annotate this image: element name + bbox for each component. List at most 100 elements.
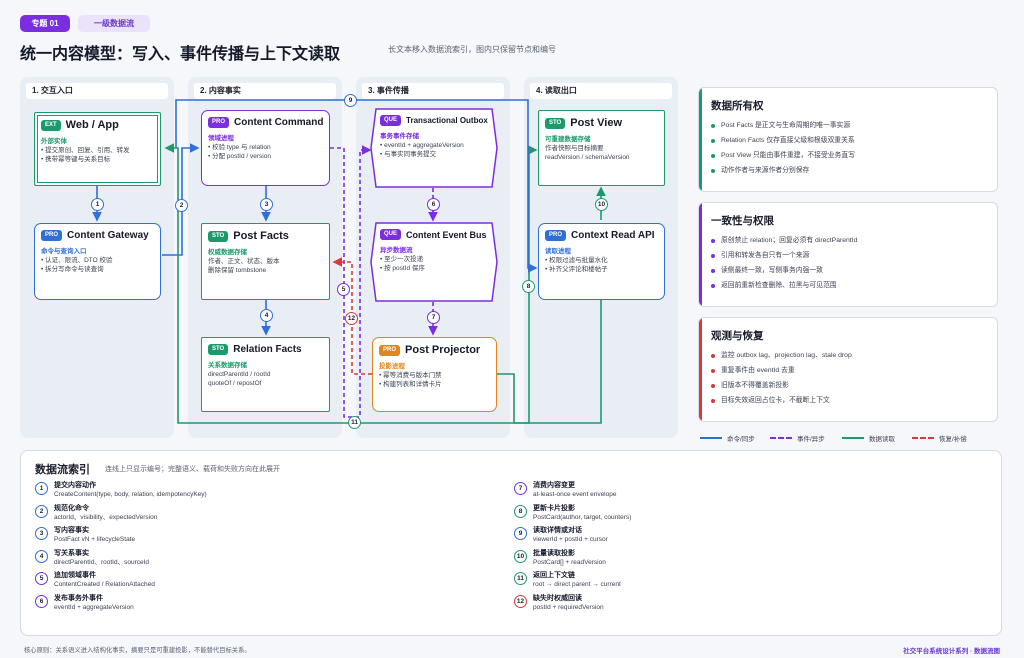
node-line: • 携带幂等键与关系目标: [41, 155, 111, 163]
node-line: 作者快照与目标摘要: [545, 145, 604, 152]
index-item-title: 缺失时权威回读: [533, 594, 582, 602]
node-context-read-api[interactable]: PRO Context Read API 读取进程 • 权限过滤与批量水化 • 补…: [538, 223, 665, 300]
node-subtitle: 投影进程: [379, 363, 405, 370]
legend-swatch: [912, 437, 934, 439]
node-name: Relation Facts: [233, 344, 302, 355]
node-content-command[interactable]: PRO Content Command 领域进程 • 校验 type 与 rela…: [201, 110, 330, 186]
index-item-title: 追加领域事件: [54, 572, 96, 579]
index-number: 4: [35, 549, 48, 563]
node-subtitle: 事务事件存储: [380, 133, 419, 140]
index-number: 5: [35, 572, 48, 585]
index-item-detail: postId + requiredVersion: [533, 603, 604, 611]
footer-series: 社交平台系统设计系列 · 数据流图: [903, 648, 1000, 655]
panel-accent: [699, 88, 702, 191]
index-text: 追加领域事件 ContentCreated / RelationAttached: [54, 571, 155, 589]
node-content-event-bus[interactable]: QUE Content Event Bus 异步数据流 • 至少一次投递 • 按 …: [370, 222, 498, 302]
list-item: Relation Facts 仅存直接父级和根级双重关系: [711, 133, 855, 148]
flow-number-9: 9: [344, 94, 357, 107]
node-subtitle: 关系数据存储: [208, 362, 247, 369]
list-item-text: 目标失效返回占位卡，不截断上下文: [721, 397, 830, 404]
node-transactional-outbox[interactable]: QUE Transactional Outbox 事务事件存储 • eventId…: [370, 108, 498, 188]
node-badge: EXT: [41, 119, 61, 131]
bullet-icon: [711, 353, 715, 358]
node-relation-facts[interactable]: STO Relation Facts 关系数据存储 directParentId …: [201, 337, 330, 412]
index-item-8: 8 更新卡片投影 PostCard(author, target, counters…: [514, 504, 874, 522]
node-post-projector[interactable]: PRO Post Projector 投影进程 • 幂等消费与版本门禁 • 构建列…: [372, 337, 497, 412]
legend-swatch: [700, 437, 722, 439]
list-item: 返回前重新检查删除、拉黑与可见范围: [711, 278, 857, 293]
list-item: 动作作者与来源作者分别保存: [711, 163, 855, 178]
list-item: Post View 只能由事件重建，不接受业务直写: [711, 148, 855, 163]
index-text: 返回上下文链 root → direct parent → current: [533, 571, 621, 589]
node-badge: STO: [208, 230, 229, 242]
node-line: • 校验 type 与 relation: [208, 144, 271, 151]
index-item-detail: root → direct parent → current: [533, 581, 621, 588]
index-number: 12: [514, 594, 527, 608]
flow-number-3: 3: [260, 198, 273, 211]
bullet-icon: [711, 138, 715, 143]
index-item-detail: at-least-once event envelope: [533, 491, 617, 498]
node-content-gateway[interactable]: PRO Content Gateway 命令与查询入口 • 认证、限流、DTO 校…: [34, 223, 161, 300]
index-text: 提交内容动作 CreateContent(type, body, relation…: [54, 481, 207, 499]
index-item-5: 5 追加领域事件 ContentCreated / RelationAttached: [35, 571, 395, 589]
index-item-title: 规范化命令: [54, 504, 89, 512]
index-item-title: 读取详情或对话: [533, 527, 582, 534]
index-text: 写关系事实 directParentId、rootId、sourceId: [54, 549, 149, 567]
index-item-detail: actorId、visibility、expectedVersion: [54, 513, 158, 521]
index-text: 批量读取投影 PostCard[] + readVersion: [533, 549, 606, 567]
node-line: readVersion / schemaVersion: [545, 153, 630, 161]
index-number: 6: [35, 594, 48, 608]
node-post-view[interactable]: STO Post View 可重建数据存储 作者快照与目标摘要 readVersi…: [538, 110, 665, 186]
index-item-title: 批量读取投影: [533, 549, 575, 557]
index-text: 读取详情或对话 viewerId + postId + cursor: [533, 526, 608, 544]
legend-label: 恢复/补偿: [939, 436, 967, 443]
index-item-detail: CreateContent(type, body, relation, idem…: [54, 491, 207, 498]
flow-number-7: 7: [427, 311, 440, 324]
node-line: • 权限过滤与批量水化: [545, 257, 608, 264]
flow-number-6: 6: [427, 198, 440, 211]
bullet-icon: [711, 398, 715, 403]
index-number: 7: [514, 482, 527, 495]
node-line: • 与事实同事务提交: [380, 150, 437, 158]
node-subtitle: 命令与查询入口: [41, 248, 87, 255]
list-item-text: Post View 只能由事件重建，不接受业务直写: [721, 152, 855, 159]
node-name: Post Facts: [233, 230, 289, 242]
bullet-icon: [711, 283, 715, 288]
node-web-app[interactable]: EXT Web / App 外部实体 • 提交原创、回复、引用、转发 • 携带幂等…: [34, 112, 161, 186]
node-line: • eventId + aggregateVersion: [380, 142, 464, 149]
bullet-icon: [711, 153, 715, 158]
index-item-10: 10 批量读取投影 PostCard[] + readVersion: [514, 549, 874, 567]
legend-event: 事件/异步: [770, 433, 825, 443]
index-item-detail: PostCard(author, target, counters): [533, 513, 632, 521]
list-item: 目标失效返回占位卡，不截断上下文: [711, 393, 852, 408]
node-badge: PRO: [379, 344, 401, 356]
node-subtitle: 读取进程: [545, 248, 571, 255]
node-post-facts[interactable]: STO Post Facts 权威数据存储 作者、正文、状态、版本 删除保留 to…: [201, 223, 330, 300]
node-subtitle: 权威数据存储: [208, 249, 247, 256]
index-number: 3: [35, 527, 48, 540]
index-item-4: 4 写关系事实 directParentId、rootId、sourceId: [35, 549, 395, 567]
footer-principle: 核心原则：关系语义进入结构化事实，摘要只是可重建投影，不能替代目标关系。: [24, 647, 251, 654]
node-name: Web / App: [65, 119, 119, 131]
list-item-text: 旧版本不得覆盖新投影: [721, 382, 789, 389]
panel-data-ownership: 数据所有权 Post Facts 是正文与生命周期的唯一事实源 Relation…: [698, 87, 998, 192]
legend-command: 命令/同步: [700, 433, 755, 443]
node-line: • 分配 postId / version: [208, 152, 271, 160]
list-item: 原创禁止 relation；回复必须有 directParentId: [711, 233, 857, 248]
legend-swatch: [770, 437, 792, 439]
legend-label: 事件/异步: [797, 436, 825, 443]
list-item-text: Post Facts 是正文与生命周期的唯一事实源: [721, 122, 851, 129]
page: 专题 01 一级数据流 统一内容模型：写入、事件传播与上下文读取 长文本移入数据…: [0, 0, 1024, 658]
list-item-text: 监控 outbox lag、projection lag、stale drop: [721, 352, 852, 359]
bullet-icon: [711, 268, 715, 273]
index-item-title: 返回上下文链: [533, 572, 575, 579]
node-name: Transactional Outbox: [406, 116, 488, 125]
node-name: Content Gateway: [67, 230, 149, 241]
bullet-icon: [711, 123, 715, 128]
list-item-text: 返回前重新检查删除、拉黑与可见范围: [721, 282, 837, 289]
index-item-title: 消费内容变更: [533, 482, 575, 489]
index-text: 缺失时权威回读 postId + requiredVersion: [533, 594, 604, 612]
bullet-icon: [711, 168, 715, 173]
node-name: Content Event Bus: [406, 229, 487, 240]
index-text: 消费内容变更 at-least-once event envelope: [533, 481, 616, 499]
